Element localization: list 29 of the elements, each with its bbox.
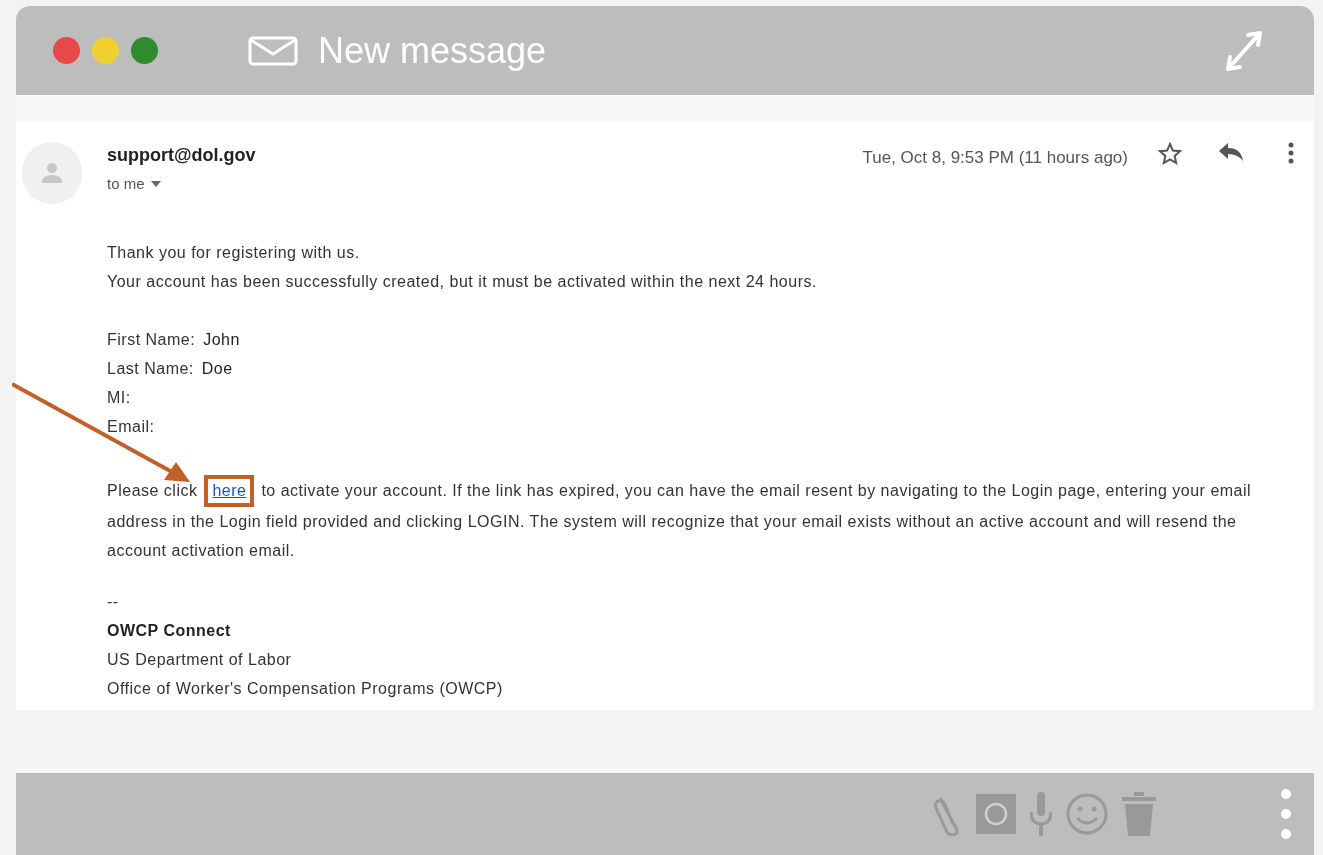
star-icon[interactable]	[1158, 142, 1182, 166]
signature-line: OWCP Connect	[107, 621, 232, 641]
expand-icon[interactable]	[1224, 28, 1264, 73]
smiley-icon[interactable]	[1066, 793, 1108, 835]
signature-line: Office of Worker's Compensation Programs (OWCP)	[107, 679, 504, 699]
signature-line: --	[107, 592, 120, 612]
activation-link[interactable]: here	[204, 475, 255, 507]
field-label: Last Name:	[107, 359, 194, 379]
body-text: Thank you for registering with us.	[107, 243, 361, 263]
field-label: Email:	[107, 417, 155, 437]
signature-line: US Department of Labor	[107, 650, 293, 670]
person-icon	[41, 162, 63, 184]
window-title: New message	[318, 28, 547, 73]
microphone-icon[interactable]	[1030, 792, 1052, 836]
dropdown-icon[interactable]	[150, 181, 161, 188]
reply-icon[interactable]	[1218, 142, 1244, 162]
field-value: Doe	[201, 359, 233, 379]
photo-icon[interactable]	[976, 794, 1016, 834]
field-label: First Name:	[107, 330, 196, 350]
email-date: Tue, Oct 8, 9:53 PM (11 hours ago)	[862, 147, 1128, 169]
recipient-label: to me	[107, 174, 145, 194]
body-text: Your account has been successfully created, but it must be activated within the next 24 hours.	[107, 272, 818, 292]
field-label: MI:	[107, 388, 131, 408]
trash-icon[interactable]	[1122, 792, 1156, 836]
body-paragraph: Please click here to activate your account. If the link has expired, you can have the email resent by navigating to the Login page, entering your email address in the Login field provided and clicking LOGIN. The system will recognize that your email exists without an active account and will resend the account activation email.	[107, 475, 1294, 565]
sender-address: support@dol.gov	[107, 144, 256, 167]
field-value: John	[203, 330, 240, 350]
envelope-icon	[248, 35, 298, 66]
more-icon[interactable]	[1288, 142, 1294, 164]
